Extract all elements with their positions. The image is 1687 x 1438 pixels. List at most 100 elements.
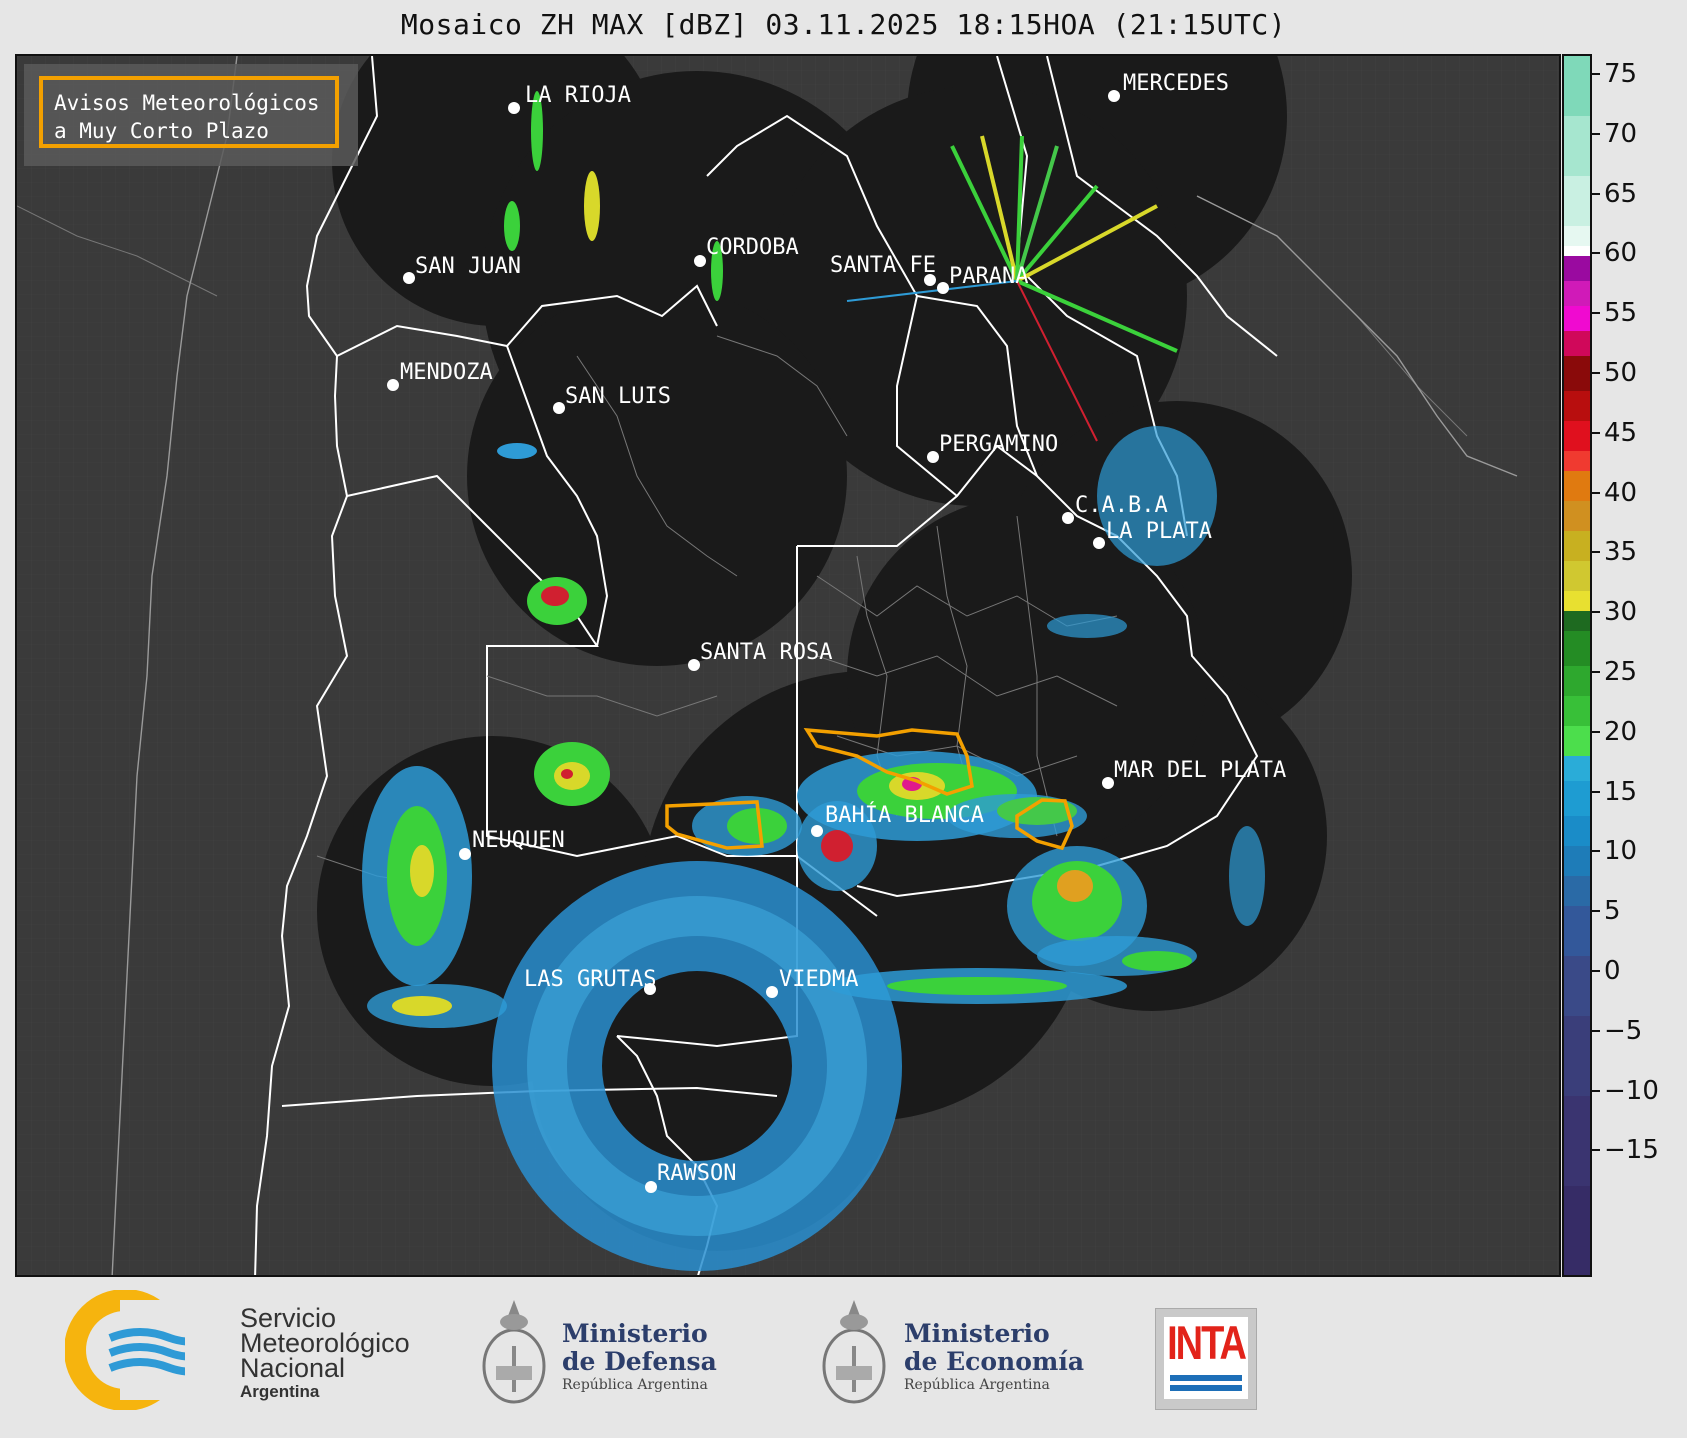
colorbar-segment [1564,876,1590,906]
inta-logo-panel: INTA [1164,1317,1248,1399]
colorbar-tick-label: 35 [1604,537,1638,568]
colorbar-tick [1592,73,1600,75]
smn-line-3: Nacional [240,1353,346,1383]
colorbar-segment [1564,1096,1590,1186]
city-label: LA PLATA [1106,519,1212,544]
city-marker [927,451,939,463]
colorbar-tick-label: 75 [1604,59,1638,89]
colorbar-tick [1592,491,1600,494]
city-label: SAN JUAN [415,254,521,279]
colorbar-tick [1592,1029,1600,1032]
city-marker [1093,537,1105,549]
city-marker [459,848,471,860]
colorbar-tick [1592,192,1600,195]
colorbar-tick-label: 40 [1604,477,1638,508]
colorbar-segment [1564,501,1590,531]
colorbar-segment [1564,281,1590,306]
colorbar-tick-label: 5 [1604,896,1621,927]
colorbar-segment [1564,666,1590,696]
colorbar-tick [1592,132,1600,135]
colorbar-segment [1564,1016,1590,1096]
city-marker [403,272,415,284]
city-marker [387,379,399,391]
city-label: LAS GRUTAS [524,967,656,992]
defensa-sub: República Argentina [562,1377,708,1393]
city-label: SAN LUIS [565,384,671,409]
colorbar-segment [1564,696,1590,726]
economia-sub: República Argentina [904,1377,1050,1393]
colorbar-segment [1564,471,1590,501]
colorbar-tick [1592,1089,1600,1092]
colorbar-segment [1564,611,1590,631]
city-marker [1062,512,1074,524]
colorbar-segment [1564,176,1590,226]
ministerio-economia-logo: Ministerio de Economía República Argenti… [818,1296,1098,1416]
economia-line-2: de Economía [904,1347,1085,1376]
colorbar-tick-label: 70 [1604,118,1638,149]
colorbar-tick [1592,372,1600,374]
city-label: SANTA ROSA [700,640,832,665]
colorbar-tick [1592,730,1600,733]
inta-wordmark: INTA [1167,1317,1247,1371]
city-label: RAWSON [657,1161,736,1186]
city-label: MERCEDES [1123,71,1229,96]
colorbar-tick-label: −5 [1604,1015,1643,1046]
radar-map-canvas: LA RIOJA MERCEDES SAN JUAN CORDOBA SANTA FE P… [17,56,1559,1275]
city-label: PARANA [949,264,1028,289]
city-marker [508,102,520,114]
ministerio-defensa-logo: Ministerio de Defensa República Argentin… [478,1296,738,1416]
colorbar-segment [1564,331,1590,356]
colorbar-segment [1564,391,1590,421]
warnings-legend: Avisos Meteorológicos a Muy Corto Plazo [24,64,358,166]
colorbar-segment [1564,726,1590,756]
legend-line-2: a Muy Corto Plazo [54,119,269,143]
warnings-legend-frame: Avisos Meteorológicos a Muy Corto Plazo [39,76,339,148]
colorbar-tick [1592,790,1600,793]
colorbar-tick [1592,671,1600,673]
colorbar-tick-label: −10 [1604,1075,1659,1106]
colorbar-tick-label: 30 [1604,597,1638,628]
colorbar-tick-label: 55 [1604,298,1638,329]
colorbar-segment [1564,226,1590,246]
city-label: C.A.B.A [1075,493,1168,518]
footer-logos: Servicio Meteorológico Nacional Argentin… [0,1278,1687,1438]
colorbar-segment [1564,816,1590,846]
smn-wordmark: Servicio Meteorológico Nacional Argentin… [240,1305,410,1403]
colorbar-segment [1564,356,1590,391]
colorbar-segment [1564,306,1590,331]
map-title: Mosaico ZH MAX [dBZ] 03.11.2025 18:15HOA… [400,8,1287,41]
colorbar-segment [1564,561,1590,591]
city-label: BAHÍA BLANCA [825,802,984,828]
colorbar-tick [1592,611,1600,614]
dbz-colorbar [1562,54,1592,1277]
city-label: SANTA FE [830,253,936,278]
colorbar-tick-label: 20 [1604,716,1638,747]
city-marker [937,282,949,294]
city-marker [766,986,778,998]
city-label: MAR DEL PLATA [1114,758,1286,783]
colorbar-tick-label: −15 [1604,1135,1659,1166]
colorbar-segment [1564,451,1590,471]
defensa-line-2: de Defensa [562,1347,717,1376]
city-label: VIEDMA [779,967,858,992]
colorbar-tick [1592,551,1600,554]
colorbar-segment [1564,116,1590,176]
colorbar-segment [1564,56,1590,116]
argentina-seal-icon [822,1300,886,1404]
argentina-seal-icon [482,1300,546,1404]
colorbar-tick-label: 15 [1604,776,1638,807]
colorbar-tick-label: 10 [1604,836,1638,867]
colorbar-segment [1564,246,1590,256]
colorbar-segment [1564,781,1590,816]
city-marker [694,255,706,267]
inta-logo: INTA [1155,1308,1257,1410]
inta-bar-2 [1170,1385,1242,1391]
smn-emblem-icon [65,1290,185,1410]
colorbar-segment [1564,956,1590,1016]
colorbar-tick [1592,252,1600,255]
colorbar-tick [1592,312,1600,315]
city-marker [1108,90,1120,102]
colorbar-tick-label: 50 [1604,358,1638,388]
colorbar-tick-label: 25 [1604,657,1638,687]
radar-map[interactable]: LA RIOJA MERCEDES SAN JUAN CORDOBA SANTA FE P… [15,54,1561,1277]
